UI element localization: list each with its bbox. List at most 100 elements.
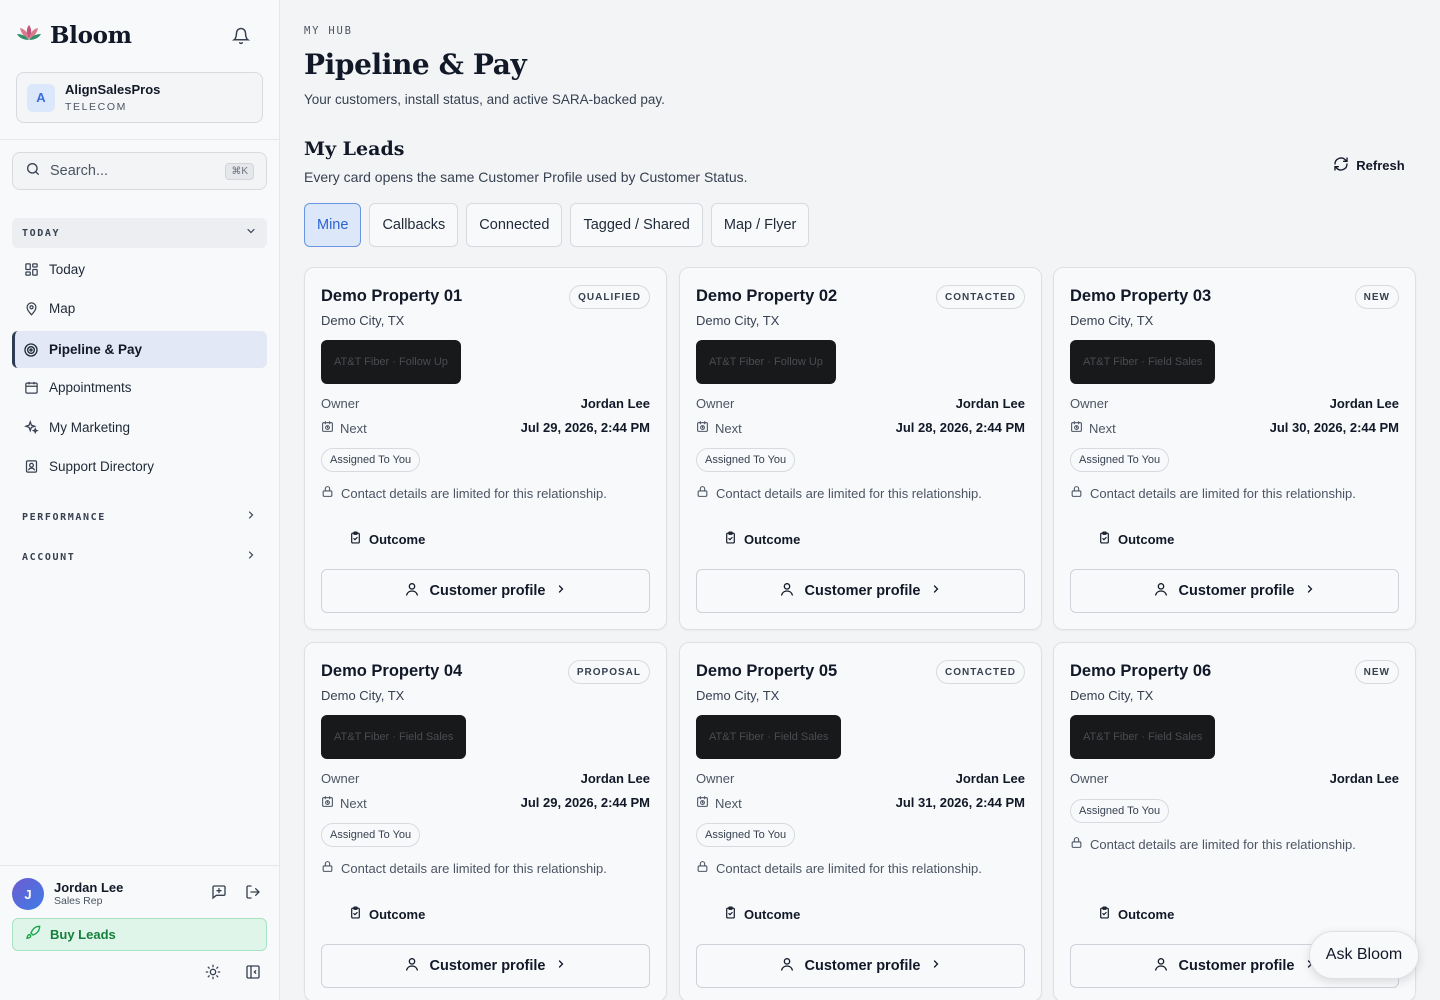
chevron-right-icon	[555, 958, 567, 974]
customer-profile-button[interactable]: Customer profile	[696, 944, 1025, 988]
logout-button[interactable]	[241, 882, 265, 906]
limited-notice: Contact details are limited for this rel…	[696, 860, 982, 876]
campaign-tag: AT&T Fiber · Follow Up	[321, 340, 461, 384]
limited-notice: Contact details are limited for this rel…	[321, 860, 607, 876]
sidebar-item-label: Appointments	[49, 380, 132, 395]
lock-icon	[696, 860, 709, 876]
outcome-button[interactable]: Outcome	[349, 901, 425, 927]
tab-map-flyer[interactable]: Map / Flyer	[710, 203, 810, 247]
sidebar-item-today[interactable]: Today	[12, 251, 267, 288]
outcome-button[interactable]: Outcome	[724, 526, 800, 552]
outcome-button[interactable]: Outcome	[349, 526, 425, 552]
lead-filter-tabs: Mine Callbacks Connected Tagged / Shared…	[304, 203, 810, 247]
sidebar-item-my-marketing[interactable]: My Marketing	[12, 409, 267, 446]
card-title: Demo Property 01	[321, 287, 463, 305]
grid-icon	[23, 262, 39, 278]
limited-text: Contact details are limited for this rel…	[341, 860, 607, 876]
campaign-tag: AT&T Fiber · Field Sales	[1070, 340, 1216, 384]
refresh-icon	[1333, 156, 1349, 175]
lead-card[interactable]: Demo Property 02 CONTACTED Demo City, TX AT…	[679, 267, 1042, 630]
outcome-button[interactable]: Outcome	[724, 901, 800, 927]
customer-profile-button[interactable]: Customer profile	[696, 569, 1025, 613]
lead-card[interactable]: Demo Property 03 NEW Demo City, TX AT&T Fib…	[1053, 267, 1416, 630]
chevron-right-icon	[930, 958, 942, 974]
lead-card[interactable]: Demo Property 04 PROPOSAL Demo City, TX AT&…	[304, 642, 667, 1000]
tab-callbacks[interactable]: Callbacks	[369, 203, 459, 247]
owner-value: Jordan Lee	[955, 771, 1025, 786]
buy-leads-button[interactable]: Buy Leads	[12, 918, 267, 951]
limited-text: Contact details are limited for this rel…	[1090, 836, 1356, 852]
user-icon	[1153, 581, 1169, 601]
brand-logo[interactable]: Bloom	[16, 22, 132, 49]
chevron-right-icon	[930, 583, 942, 599]
assigned-chip: Assigned To You	[696, 448, 796, 472]
tab-mine[interactable]: Mine	[304, 203, 362, 247]
owner-value: Jordan Lee	[580, 771, 650, 786]
chevron-right-icon	[245, 508, 257, 526]
section-today[interactable]: TODAY	[12, 218, 267, 248]
customer-profile-label: Customer profile	[1178, 583, 1295, 599]
limited-notice: Contact details are limited for this rel…	[1070, 485, 1356, 501]
owner-label: Owner	[321, 396, 359, 411]
lead-card[interactable]: Demo Property 05 CONTACTED Demo City, TX AT…	[679, 642, 1042, 1000]
next-value: Jul 30, 2026, 2:44 PM	[1269, 420, 1399, 435]
collapse-sidebar-button[interactable]	[241, 962, 265, 986]
search-input[interactable]: Search... ⌘K	[12, 152, 267, 190]
tab-tagged-shared[interactable]: Tagged / Shared	[570, 203, 703, 247]
customer-profile-label: Customer profile	[1178, 958, 1295, 974]
notifications-button[interactable]	[229, 26, 253, 50]
owner-value: Jordan Lee	[1329, 396, 1399, 411]
user-icon	[1153, 956, 1169, 976]
status-badge: PROPOSAL	[567, 660, 650, 684]
next-label: Next	[696, 795, 742, 811]
section-performance[interactable]: PERFORMANCE	[12, 502, 267, 532]
limited-text: Contact details are limited for this rel…	[716, 485, 982, 501]
card-city: Demo City, TX	[1070, 313, 1154, 328]
outcome-button[interactable]: Outcome	[1098, 901, 1174, 927]
feedback-button[interactable]	[207, 882, 231, 906]
refresh-button[interactable]: Refresh	[1324, 150, 1414, 180]
org-subtitle: TELECOM	[65, 100, 127, 113]
next-value: Jul 29, 2026, 2:44 PM	[520, 795, 650, 810]
calendar-clock-icon	[1070, 420, 1083, 436]
owner-label-text: Owner	[696, 396, 735, 411]
customer-profile-label: Customer profile	[804, 583, 921, 599]
sidebar-item-label: Pipeline & Pay	[49, 342, 143, 357]
customer-profile-button[interactable]: Customer profile	[1070, 569, 1399, 613]
limited-notice: Contact details are limited for this rel…	[696, 485, 982, 501]
campaign-tag: AT&T Fiber · Field Sales	[321, 715, 467, 759]
organization-switcher[interactable]: A AlignSalesPros TELECOM	[16, 72, 263, 123]
theme-toggle-button[interactable]	[201, 962, 225, 986]
sidebar-item-support-directory[interactable]: Support Directory	[12, 448, 267, 485]
tab-connected[interactable]: Connected	[466, 203, 563, 247]
section-label: ACCOUNT	[22, 551, 76, 563]
lock-icon	[1070, 485, 1083, 501]
customer-profile-button[interactable]: Customer profile	[321, 569, 650, 613]
next-label-text: Next	[340, 795, 367, 811]
section-account[interactable]: ACCOUNT	[12, 542, 267, 572]
lead-card[interactable]: Demo Property 01 QUALIFIED Demo City, TX AT…	[304, 267, 667, 630]
sidebar-item-pipeline-pay[interactable]: Pipeline & Pay	[12, 331, 267, 368]
lotus-logo-icon	[16, 23, 42, 48]
clipboard-check-icon	[349, 906, 362, 922]
card-city: Demo City, TX	[696, 313, 780, 328]
sidebar-item-map[interactable]: Map	[12, 290, 267, 327]
outcome-label: Outcome	[744, 906, 801, 922]
customer-profile-button[interactable]: Customer profile	[321, 944, 650, 988]
sidebar-item-appointments[interactable]: Appointments	[12, 369, 267, 406]
status-badge: NEW	[1354, 660, 1399, 684]
owner-label-text: Owner	[321, 396, 360, 411]
assigned-chip: Assigned To You	[1070, 799, 1170, 823]
outcome-button[interactable]: Outcome	[1098, 526, 1174, 552]
user-role: Sales Rep	[54, 895, 103, 907]
avatar[interactable]: J	[12, 878, 44, 910]
user-icon	[779, 956, 795, 976]
ask-bloom-button[interactable]: Ask Bloom	[1309, 931, 1419, 979]
org-name: AlignSalesPros	[65, 81, 161, 97]
leads-subtitle: Every card opens the same Customer Profi…	[304, 169, 748, 185]
section-label: PERFORMANCE	[22, 511, 106, 523]
status-badge: QUALIFIED	[569, 285, 650, 309]
next-value: Jul 29, 2026, 2:44 PM	[520, 420, 650, 435]
next-label-text: Next	[715, 795, 742, 811]
sidebar-footer-divider	[0, 865, 279, 866]
